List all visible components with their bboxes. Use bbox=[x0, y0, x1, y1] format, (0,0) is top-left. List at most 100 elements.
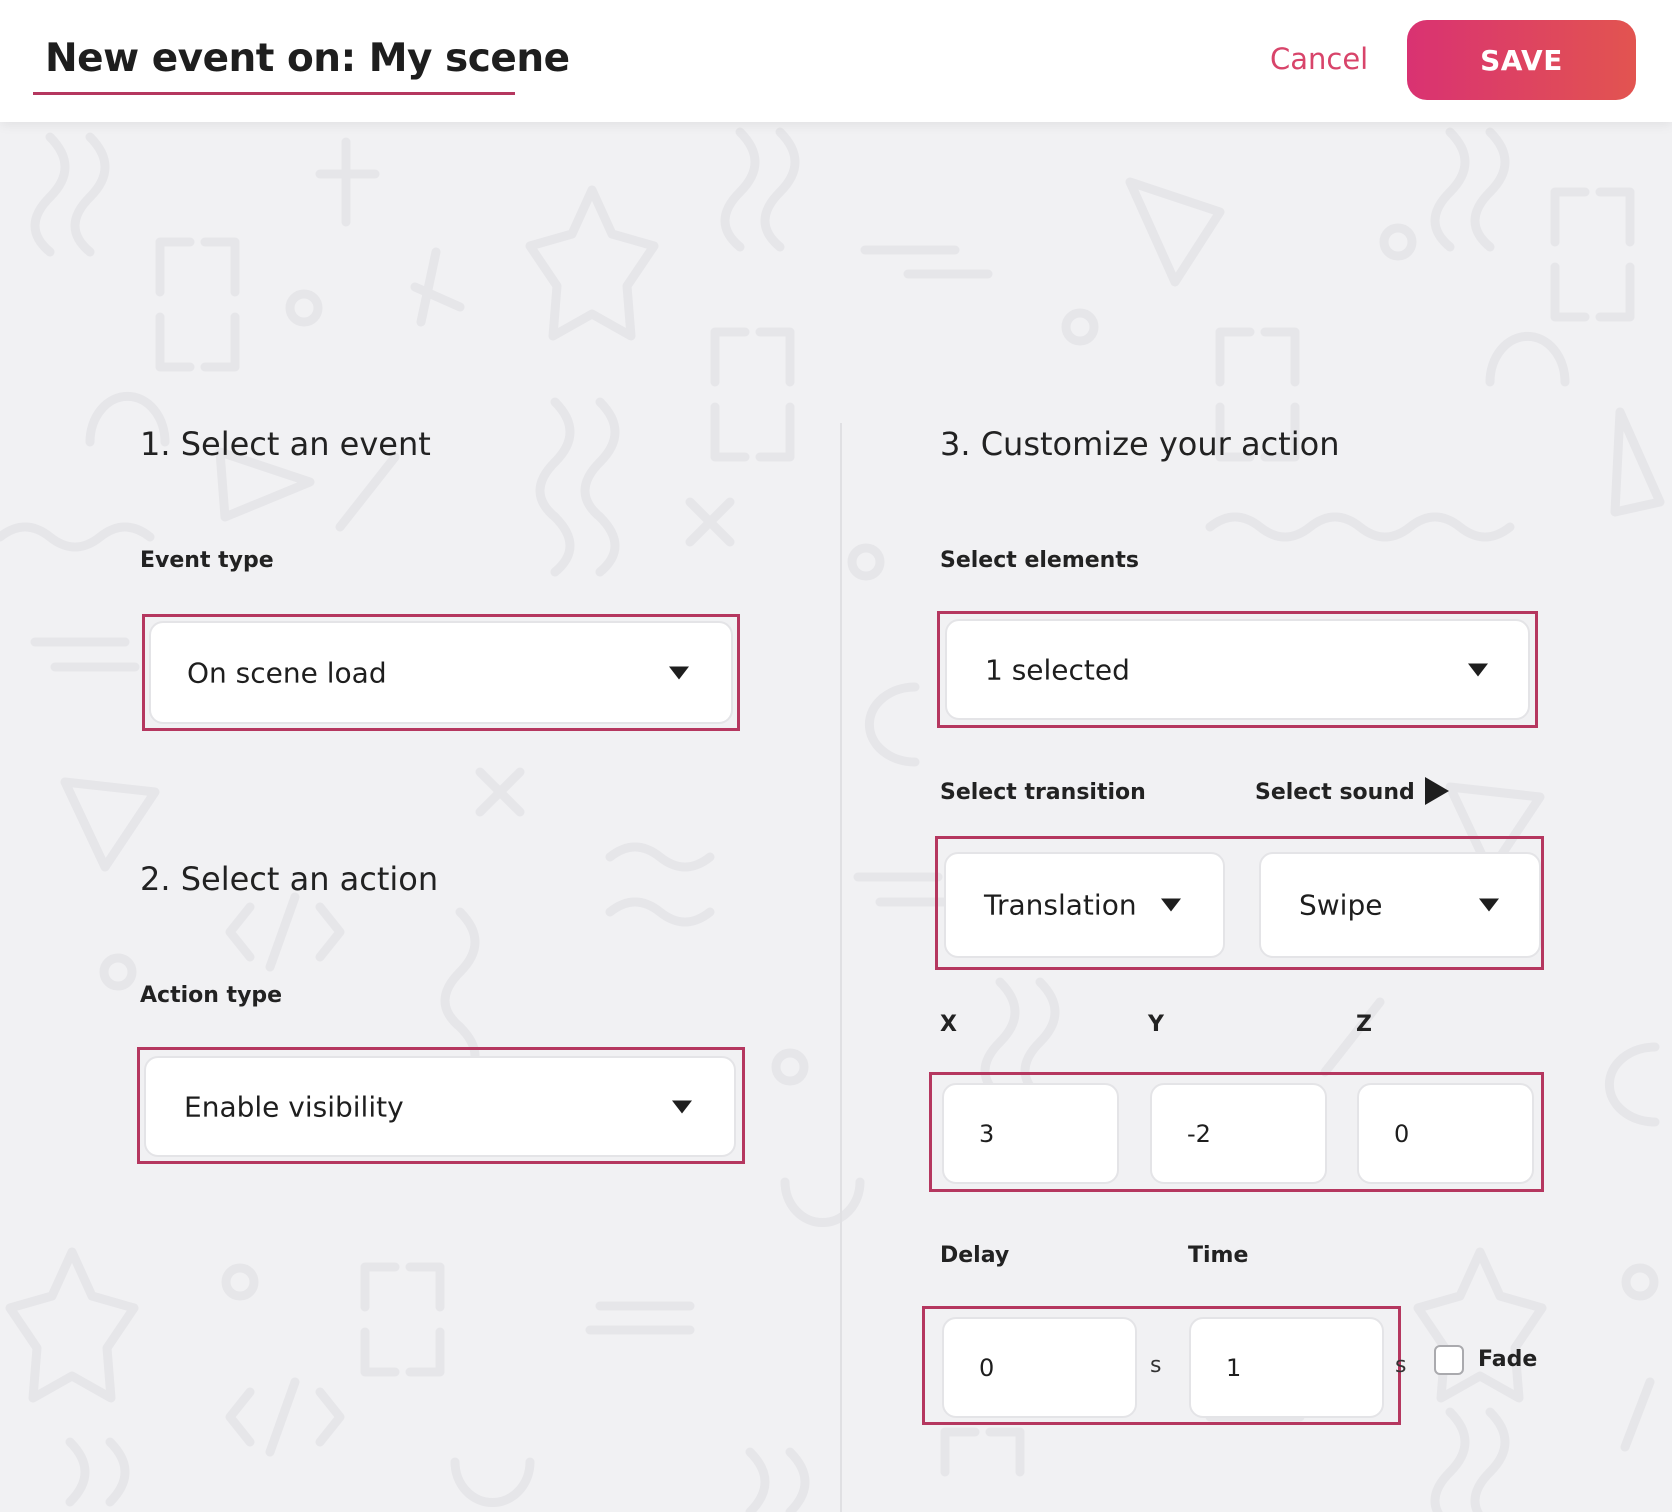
bracket-decoration bbox=[710, 327, 795, 462]
arc-decoration bbox=[1485, 331, 1570, 387]
event-type-value: On scene load bbox=[187, 656, 387, 689]
event-type-label: Event type bbox=[140, 548, 274, 573]
action-type-label: Action type bbox=[140, 983, 283, 1008]
play-sound-icon[interactable] bbox=[1424, 777, 1449, 805]
select-elements-dropdown[interactable]: 1 selected bbox=[945, 619, 1530, 720]
section-title-select-event: 1. Select an event bbox=[140, 425, 431, 463]
line-decoration bbox=[30, 637, 140, 672]
xyz-highlight: 3 -2 0 bbox=[929, 1072, 1544, 1192]
select-elements-highlight: 1 selected bbox=[937, 611, 1538, 728]
delay-label: Delay bbox=[940, 1243, 1010, 1268]
arc-decoration bbox=[864, 682, 920, 767]
sound-label: Select sound bbox=[1255, 777, 1449, 805]
transition-value: Translation bbox=[984, 888, 1137, 922]
code-decoration bbox=[225, 1377, 345, 1457]
chevron-down-icon bbox=[1479, 898, 1499, 912]
bracket-decoration bbox=[360, 1262, 445, 1377]
section-title-customize-action: 3. Customize your action bbox=[940, 425, 1340, 463]
sound-dropdown[interactable]: Swipe bbox=[1259, 852, 1541, 958]
triangle-decoration bbox=[1125, 177, 1225, 287]
bracket-decoration bbox=[1550, 187, 1635, 322]
circle-decoration bbox=[1621, 1263, 1659, 1301]
event-type-highlight: On scene load bbox=[142, 614, 740, 731]
wave-decoration bbox=[605, 842, 715, 927]
event-type-dropdown[interactable]: On scene load bbox=[149, 621, 733, 724]
circle-decoration bbox=[99, 953, 137, 991]
triangle-decoration bbox=[1610, 407, 1665, 517]
wave-decoration bbox=[745, 1447, 810, 1512]
plus-decoration bbox=[315, 137, 380, 227]
line-decoration bbox=[585, 1301, 695, 1335]
page-title: New event on: My scene bbox=[45, 36, 570, 81]
wave-decoration bbox=[1430, 127, 1510, 252]
action-type-value: Enable visibility bbox=[184, 1090, 404, 1123]
star-decoration bbox=[5, 1247, 139, 1403]
background-pattern bbox=[0, 127, 1665, 1512]
delay-unit: s bbox=[1150, 1353, 1162, 1378]
transition-label: Select transition bbox=[940, 780, 1146, 805]
delay-value: 0 bbox=[979, 1353, 995, 1382]
y-label: Y bbox=[1148, 1012, 1164, 1037]
bracket-decoration bbox=[940, 1427, 1025, 1477]
circle-decoration bbox=[221, 1263, 259, 1301]
x-input[interactable]: 3 bbox=[942, 1083, 1119, 1184]
chevron-down-icon bbox=[1161, 898, 1181, 912]
z-value: 0 bbox=[1394, 1119, 1410, 1148]
z-label: Z bbox=[1356, 1012, 1372, 1037]
triangle-decoration bbox=[60, 777, 160, 872]
x-decoration bbox=[410, 247, 465, 327]
circle-decoration bbox=[285, 289, 323, 327]
wave-decoration bbox=[30, 132, 110, 257]
select-elements-value: 1 selected bbox=[985, 653, 1130, 686]
select-elements-label: Select elements bbox=[940, 548, 1139, 573]
line-decoration bbox=[860, 245, 993, 279]
arc-decoration bbox=[450, 1457, 535, 1507]
bracket-decoration bbox=[155, 237, 240, 372]
wave-decoration bbox=[0, 522, 155, 552]
title-underline bbox=[33, 92, 515, 95]
x-label: X bbox=[940, 1012, 957, 1037]
action-type-dropdown[interactable]: Enable visibility bbox=[144, 1056, 736, 1157]
line-decoration bbox=[335, 452, 400, 532]
wave-decoration bbox=[535, 397, 620, 577]
sound-label-text: Select sound bbox=[1255, 780, 1415, 805]
arc-decoration bbox=[780, 1177, 865, 1227]
wave-decoration bbox=[65, 1437, 130, 1507]
chevron-down-icon bbox=[1468, 663, 1488, 676]
delay-input[interactable]: 0 bbox=[942, 1317, 1137, 1418]
delay-time-highlight: 0 s 1 s bbox=[922, 1306, 1406, 1425]
wave-decoration bbox=[1205, 512, 1515, 542]
header-bar: New event on: My scene Cancel SAVE bbox=[0, 0, 1672, 122]
column-divider bbox=[840, 423, 842, 1512]
fade-label: Fade bbox=[1478, 1347, 1538, 1372]
chevron-down-icon bbox=[669, 666, 689, 679]
save-button[interactable]: SAVE bbox=[1407, 20, 1636, 100]
circle-decoration bbox=[847, 543, 885, 581]
time-unit: s bbox=[1395, 1353, 1407, 1378]
wave-decoration bbox=[1430, 1407, 1510, 1512]
code-decoration bbox=[225, 892, 345, 972]
time-input[interactable]: 1 bbox=[1189, 1317, 1384, 1418]
transition-sound-highlight: Translation Swipe bbox=[935, 836, 1544, 970]
z-input[interactable]: 0 bbox=[1357, 1083, 1534, 1184]
x-decoration bbox=[685, 497, 735, 547]
x-value: 3 bbox=[979, 1119, 995, 1148]
star-decoration bbox=[1413, 1247, 1547, 1403]
circle-decoration bbox=[1061, 308, 1099, 346]
cancel-button[interactable]: Cancel bbox=[1270, 42, 1368, 76]
line-decoration bbox=[1620, 1377, 1655, 1452]
chevron-down-icon bbox=[672, 1100, 692, 1113]
fade-checkbox[interactable] bbox=[1434, 1345, 1464, 1375]
star-decoration bbox=[525, 185, 659, 341]
sound-value: Swipe bbox=[1299, 888, 1383, 922]
wave-decoration bbox=[720, 127, 800, 252]
section-title-select-action: 2. Select an action bbox=[140, 860, 439, 898]
transition-dropdown[interactable]: Translation bbox=[944, 852, 1225, 958]
time-label: Time bbox=[1188, 1243, 1249, 1268]
y-input[interactable]: -2 bbox=[1150, 1083, 1327, 1184]
x-decoration bbox=[475, 767, 525, 817]
circle-decoration bbox=[1379, 223, 1417, 261]
arc-decoration bbox=[1604, 1042, 1660, 1127]
circle-decoration bbox=[771, 1048, 809, 1086]
action-type-highlight: Enable visibility bbox=[137, 1047, 745, 1164]
